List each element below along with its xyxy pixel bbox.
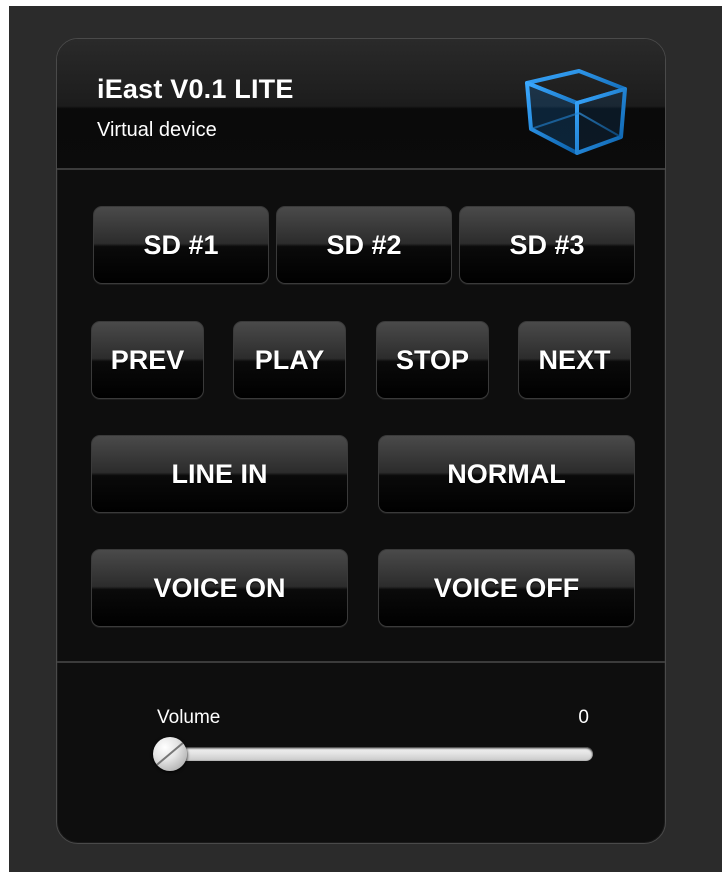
device-panel: iEast V0.1 LITE Virtual device SD #1 SD … — [56, 38, 666, 844]
volume-thumb[interactable] — [153, 737, 187, 771]
volume-track[interactable] — [163, 747, 593, 761]
play-button[interactable]: PLAY — [233, 321, 346, 399]
sd1-button[interactable]: SD #1 — [93, 206, 269, 284]
line-in-button[interactable]: LINE IN — [91, 435, 348, 513]
stop-button[interactable]: STOP — [376, 321, 489, 399]
sd3-button[interactable]: SD #3 — [459, 206, 635, 284]
header: iEast V0.1 LITE Virtual device — [57, 39, 665, 170]
prev-button[interactable]: PREV — [91, 321, 204, 399]
sd2-button[interactable]: SD #2 — [276, 206, 452, 284]
cube-icon — [525, 69, 627, 155]
voice-off-button[interactable]: VOICE OFF — [378, 549, 635, 627]
divider — [57, 661, 665, 663]
app-subtitle: Virtual device — [97, 119, 217, 141]
volume-value: 0 — [578, 707, 589, 728]
next-button[interactable]: NEXT — [518, 321, 631, 399]
screen: iEast V0.1 LITE Virtual device SD #1 SD … — [0, 0, 722, 875]
voice-on-button[interactable]: VOICE ON — [91, 549, 348, 627]
app-title: iEast V0.1 LITE — [97, 74, 294, 104]
volume-slider[interactable] — [153, 737, 593, 773]
normal-button[interactable]: NORMAL — [378, 435, 635, 513]
volume-label: Volume — [157, 707, 221, 728]
